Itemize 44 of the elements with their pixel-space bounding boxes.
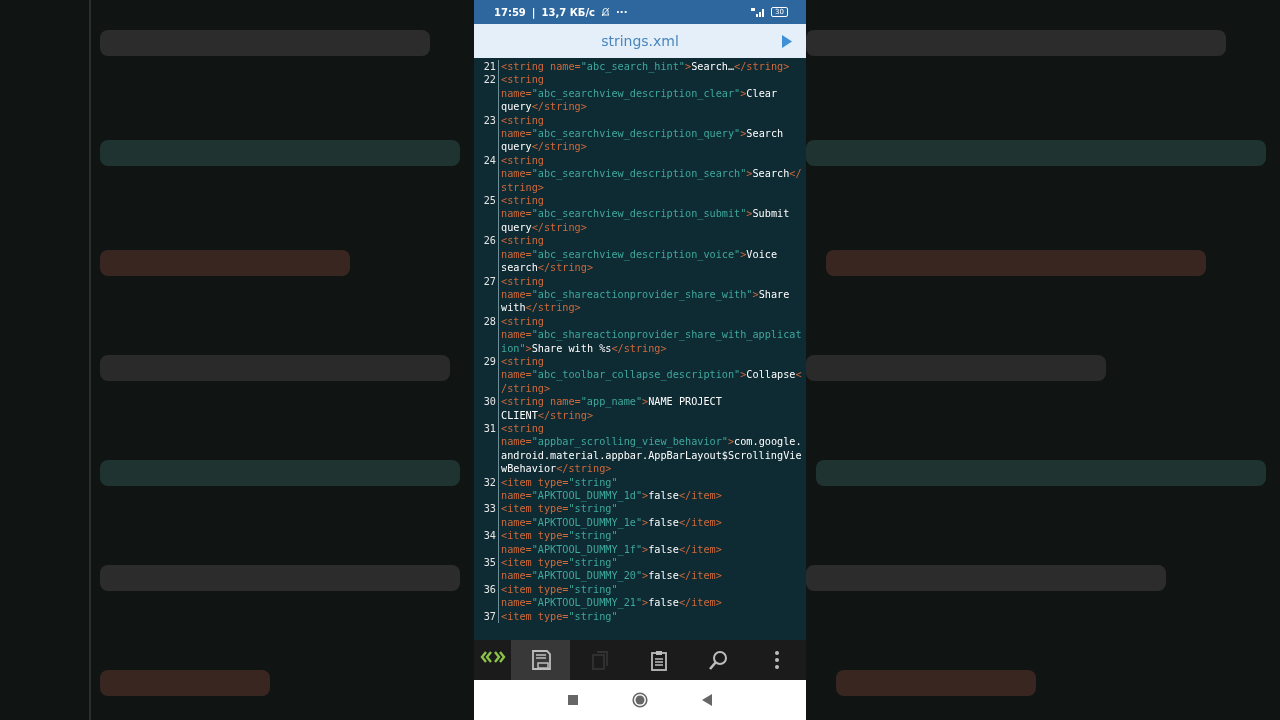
code-line: <string name="abc_searchview_description_submit">Submit query</string> <box>500 194 791 235</box>
file-title: strings.xml <box>601 33 679 49</box>
status-divider: | <box>531 6 536 18</box>
line-number: 27 <box>474 274 499 315</box>
code-line: <string name="abc_searchview_description_clear">Clear query</string> <box>500 73 779 114</box>
signal-icon <box>751 7 766 17</box>
code-line: <string name="abc_searchview_description_search">Search</string> <box>500 153 803 195</box>
code-line: <string name="abc_toolbar_collapse_description">Collapse</string> <box>500 354 803 396</box>
line-number: 33 <box>474 502 499 530</box>
line-number: 28 <box>474 314 499 355</box>
line-number: 23 <box>474 113 499 154</box>
line-number: 25 <box>474 194 499 235</box>
code-line: <string name="abc_searchview_description_query">Search query</string> <box>500 113 785 154</box>
network-speed: 13,7 КБ/с <box>541 6 596 18</box>
line-number: 36 <box>474 582 499 610</box>
line-number: 34 <box>474 529 499 557</box>
bell-off-icon <box>601 7 611 17</box>
line-number: 30 <box>474 395 499 422</box>
line-number: 22 <box>474 73 499 114</box>
code-line: <string name="abc_shareactionprovider_share_with_application">Share with %s</string> <box>500 314 803 355</box>
line-number: 31 <box>474 421 499 476</box>
line-number: 29 <box>474 354 499 396</box>
code-line: <string name="abc_shareactionprovider_share_with">Share with</string> <box>500 274 791 315</box>
code-line: <string name="abc_search_hint">Search…</string> <box>500 60 791 74</box>
code-line: <string name="abc_searchview_description_voice">Voice search</string> <box>500 234 779 275</box>
code-line: <item type="string" name="APKTOOL_DUMMY_1d">false</item> <box>500 475 723 503</box>
code-line: <item type="string" <box>500 609 619 624</box>
code-line: <item type="string" name="APKTOOL_DUMMY_21">false</item> <box>500 582 723 610</box>
line-number: 32 <box>474 475 499 503</box>
status-time: 17:59 <box>494 6 526 18</box>
home-icon[interactable] <box>632 692 648 708</box>
play-icon[interactable] <box>782 35 792 48</box>
line-number: 37 <box>474 609 499 624</box>
code-line: <item type="string" name="APKTOOL_DUMMY_1f">false</item> <box>500 529 723 557</box>
line-number: 21 <box>474 60 499 74</box>
code-line: <item type="string" name="APKTOOL_DUMMY_1e">false</item> <box>500 502 723 530</box>
code-line: <string name="appbar_scrolling_view_behavior">com.google.android.material.appbar.AppBarLayout$ScrollingViewBehavior</string> <box>500 421 803 476</box>
line-number: 26 <box>474 234 499 275</box>
code-line: <item type="string" name="APKTOOL_DUMMY_20">false</item> <box>500 556 723 583</box>
line-number: 24 <box>474 153 499 195</box>
more-notifications: ··· <box>616 6 628 18</box>
line-number: 35 <box>474 556 499 583</box>
code-line: <string name="app_name">NAME PROJECT CLIENT</string> <box>500 395 723 422</box>
back-icon[interactable] <box>702 694 712 706</box>
